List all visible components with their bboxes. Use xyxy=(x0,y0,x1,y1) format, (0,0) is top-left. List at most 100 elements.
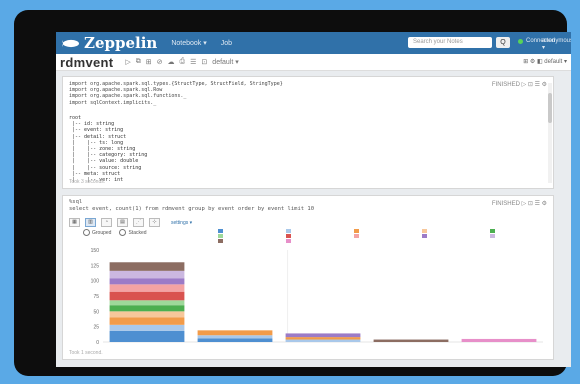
legend-swatch xyxy=(218,239,223,243)
stacked-radio[interactable]: Stacked xyxy=(119,229,146,236)
viz-settings-link[interactable]: settings ▾ xyxy=(171,220,192,226)
legend-swatch xyxy=(218,234,223,238)
print-icon[interactable]: ⎙ xyxy=(180,58,186,66)
y-tick-label: 100 xyxy=(91,279,100,285)
legend-item[interactable] xyxy=(218,239,286,243)
legend-item[interactable] xyxy=(422,234,490,238)
legend-item[interactable] xyxy=(286,239,354,243)
paragraph-1[interactable]: FINISHED ▷ ⊡ ☰ ⚙ import org.apache.spark… xyxy=(62,76,554,189)
show-code-icon[interactable]: ⊞ xyxy=(146,58,152,66)
search-input[interactable]: Search your Notes xyxy=(408,37,492,48)
paragraph-footer: Took 3 seconds. xyxy=(69,179,106,185)
bar-segment[interactable] xyxy=(109,300,185,306)
scrollbar-thumb[interactable] xyxy=(548,93,552,123)
bar-segment[interactable] xyxy=(285,333,361,338)
bar-segment[interactable] xyxy=(109,270,185,279)
viz-toolbar: ▦ ▥ ◔ ▤ ⋰ ⊹ settings ▾ xyxy=(69,218,192,227)
bar-segment[interactable] xyxy=(197,330,273,336)
export-icon[interactable]: ☁ xyxy=(168,58,175,66)
search-button[interactable]: Q xyxy=(496,37,510,48)
legend-swatch xyxy=(286,229,291,233)
list-icon[interactable]: ☰ xyxy=(190,58,196,66)
monitor-bezel: Zeppelin Notebook ▾ Job Search your Note… xyxy=(14,10,571,376)
bar-segment[interactable] xyxy=(285,337,361,340)
legend-item[interactable] xyxy=(422,229,490,233)
note-title[interactable]: rdmvent xyxy=(60,55,113,70)
bar-segment[interactable] xyxy=(197,338,273,342)
legend-item[interactable] xyxy=(218,234,286,238)
legend-item[interactable] xyxy=(354,234,422,238)
nav-job[interactable]: Job xyxy=(221,40,232,47)
legend-item[interactable] xyxy=(218,229,286,233)
paragraph-2[interactable]: FINISHED ▷ ⊡ ☰ ⚙ %sql select event, coun… xyxy=(62,195,554,360)
sql-header[interactable]: %sql xyxy=(69,199,82,205)
code-line: import org.apache.spark.sql.functions._ xyxy=(69,93,187,100)
sql-editor[interactable]: select event, count(1) from rdmvent grou… xyxy=(69,206,314,212)
nav-notebook[interactable]: Notebook ▾ xyxy=(171,39,206,47)
y-tick-label: 125 xyxy=(91,263,100,269)
scatter-chart-icon[interactable]: ⊹ xyxy=(149,218,160,227)
output-line: | |-- category: string xyxy=(69,152,148,159)
legend-item[interactable] xyxy=(286,234,354,238)
screen: Zeppelin Notebook ▾ Job Search your Note… xyxy=(56,32,571,367)
paragraph-status[interactable]: FINISHED ▷ ⊡ ☰ ⚙ xyxy=(492,200,547,207)
y-tick-label: 0 xyxy=(96,340,99,346)
code-line: import org.apache.spark.sql.Row xyxy=(69,87,163,94)
top-navbar: Zeppelin Notebook ▾ Job Search your Note… xyxy=(56,32,571,54)
output-line: | |-- ts: long xyxy=(69,139,124,146)
bar-segment[interactable] xyxy=(109,305,185,312)
output-line: | |-- value: double xyxy=(69,158,139,165)
zeppelin-logo[interactable]: Zeppelin xyxy=(62,34,157,52)
y-tick-label: 50 xyxy=(93,309,99,315)
run-all-icon[interactable]: ▷ xyxy=(125,58,130,66)
note-toolbar: ▷ ⧉ ⊞ ⊘ ☁ ⎙ ☰ ⊡ default ▾ xyxy=(125,58,238,66)
bar-segment[interactable] xyxy=(109,330,185,342)
stack-toggle[interactable]: Grouped Stacked xyxy=(83,229,147,236)
bar-segment[interactable] xyxy=(109,291,185,301)
table-view-icon[interactable]: ▦ xyxy=(69,218,80,227)
bar-segment[interactable] xyxy=(109,284,185,292)
output-line: |-- id: string xyxy=(69,121,115,128)
code-line: import sqlContext.implicits._ xyxy=(69,99,157,106)
bar-chart-icon[interactable]: ▥ xyxy=(85,218,96,227)
legend-item[interactable] xyxy=(490,229,558,233)
paragraph-output: root |-- id: string |-- event: string |-… xyxy=(69,115,147,183)
paragraph-status[interactable]: FINISHED ▷ ⊡ ☰ ⚙ xyxy=(492,81,547,88)
legend-swatch xyxy=(490,234,495,238)
legend-item[interactable] xyxy=(354,229,422,233)
legend-item[interactable] xyxy=(286,229,354,233)
area-chart-icon[interactable]: ▤ xyxy=(117,218,128,227)
bar-chart: 150 125 100 75 50 25 0 xyxy=(91,248,543,346)
bar-segment[interactable] xyxy=(197,335,273,339)
bar-segment[interactable] xyxy=(109,262,185,271)
y-tick-label: 150 xyxy=(91,248,100,254)
clone-icon[interactable]: ⧉ xyxy=(136,58,141,66)
output-line: root xyxy=(69,115,82,121)
output-line: | |-- source: string xyxy=(69,164,142,171)
code-editor[interactable]: import org.apache.spark.sql.types.{Struc… xyxy=(69,81,283,106)
schedule-icon[interactable]: ⊡ xyxy=(201,58,207,66)
legend-swatch xyxy=(490,229,495,233)
line-chart-icon[interactable]: ⋰ xyxy=(133,218,144,227)
note-settings[interactable]: ⊞ ⚙ ◧ default ▾ xyxy=(523,58,567,65)
legend-swatch xyxy=(286,239,291,243)
zeppelin-icon xyxy=(62,39,79,47)
bar-segment[interactable] xyxy=(109,311,185,318)
bar-segment[interactable] xyxy=(461,338,537,342)
mode-select[interactable]: default ▾ xyxy=(212,58,238,66)
output-line: |-- detail: struct xyxy=(69,133,127,140)
legend-swatch xyxy=(354,229,359,233)
scrollbar[interactable] xyxy=(548,83,552,183)
user-menu[interactable]: anonymous ▾ xyxy=(542,38,571,51)
pie-chart-icon[interactable]: ◔ xyxy=(101,218,112,227)
bar-segment[interactable] xyxy=(109,324,185,331)
output-line: | |-- zone: string xyxy=(69,146,136,153)
legend-item[interactable] xyxy=(490,234,558,238)
bar-segment[interactable] xyxy=(109,317,185,325)
bar-segment[interactable] xyxy=(373,339,449,342)
grouped-radio[interactable]: Grouped xyxy=(83,229,111,236)
clear-output-icon[interactable]: ⊘ xyxy=(157,58,163,66)
bar-segment[interactable] xyxy=(285,339,361,342)
bar-segment[interactable] xyxy=(109,278,185,285)
paragraph-footer: Took 1 second. xyxy=(69,350,103,356)
